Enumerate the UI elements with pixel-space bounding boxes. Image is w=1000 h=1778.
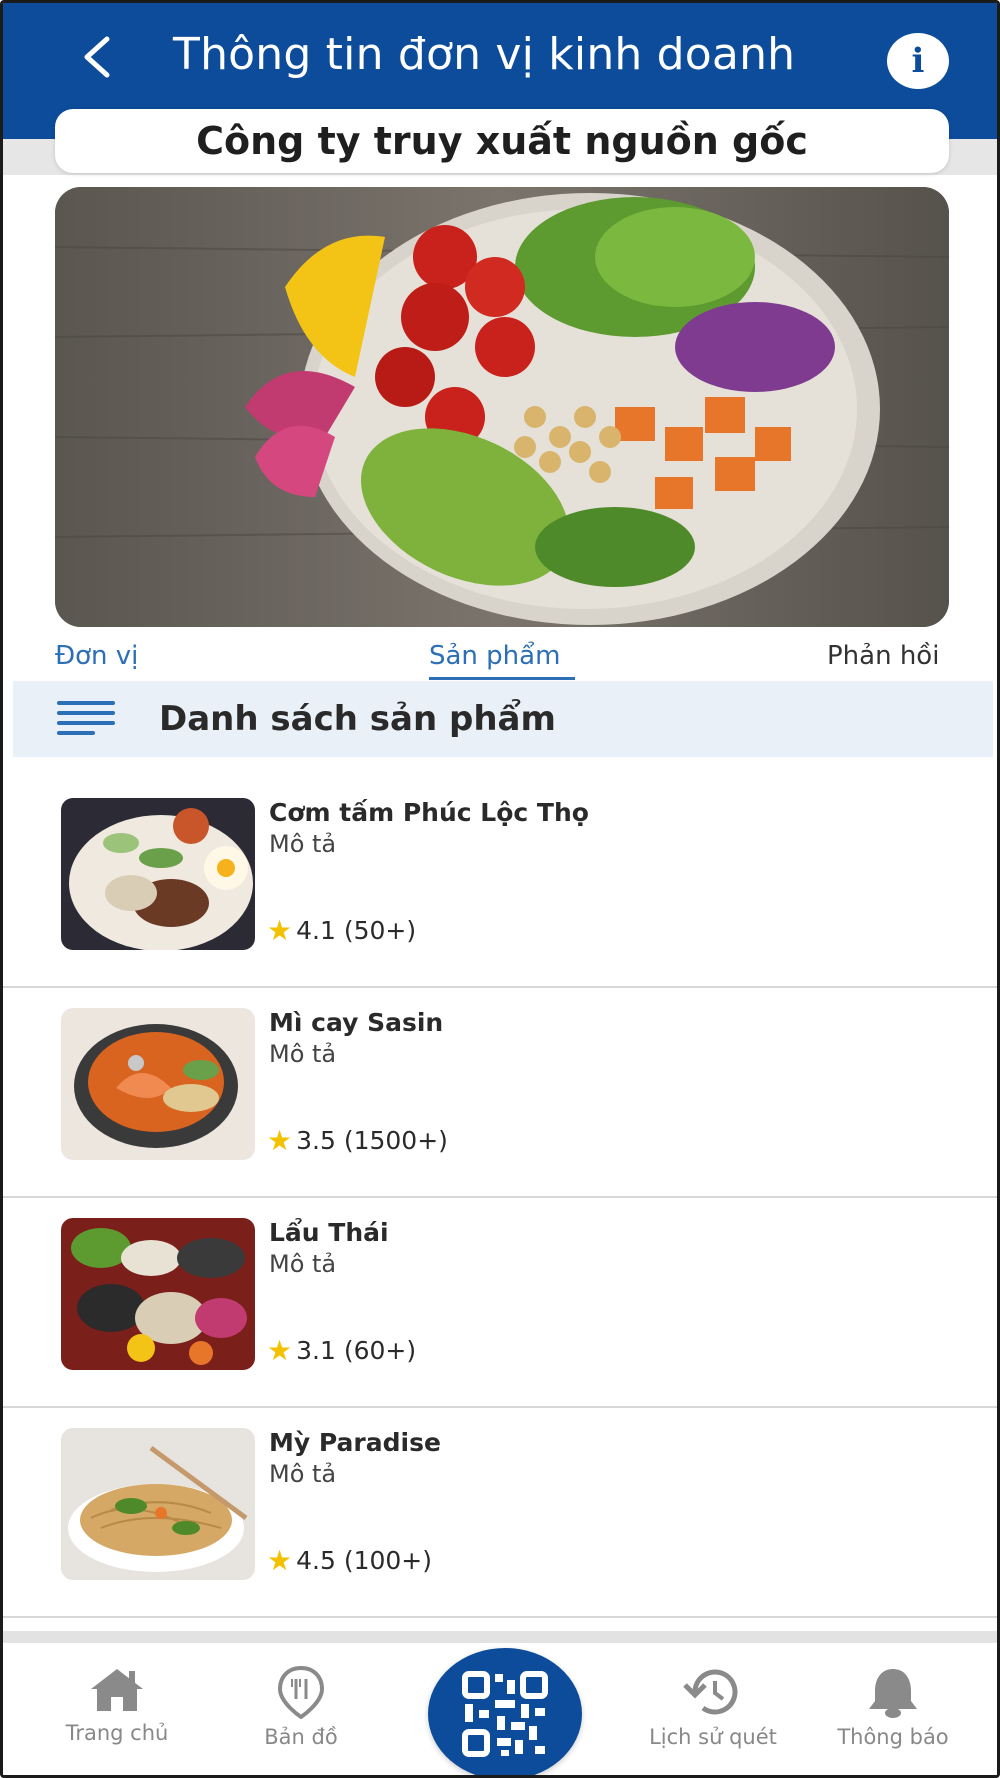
product-name: Mỳ Paradise — [269, 1428, 441, 1457]
product-item[interactable]: Lẩu Thái Mô tả ★ 3.1 (60+) — [3, 1198, 997, 1408]
back-button[interactable] — [67, 27, 127, 87]
product-description: Mô tả — [269, 830, 337, 858]
nav-map-label: Bản đồ — [264, 1725, 338, 1749]
company-name: Công ty truy xuất nguồn gốc — [196, 119, 808, 163]
product-description: Mô tả — [269, 1040, 337, 1068]
star-icon: ★ — [267, 1124, 293, 1157]
app-screen: Thông tin đơn vị kinh doanh i Công ty tr… — [0, 0, 1000, 1778]
product-rating: ★ 3.5 (1500+) — [267, 1124, 448, 1157]
hero-image — [55, 187, 949, 627]
nav-history-label: Lịch sử quét — [649, 1725, 777, 1749]
product-item[interactable]: Cơm tấm Phúc Lộc Thọ Mô tả ★ 4.1 (50+) — [3, 778, 997, 988]
home-icon — [91, 1669, 143, 1711]
nav-home-label: Trang chủ — [65, 1721, 169, 1745]
tab-don-vi[interactable]: Đơn vị — [55, 641, 138, 671]
product-description: Mô tả — [269, 1460, 337, 1488]
menu-icon[interactable] — [57, 699, 115, 739]
star-icon: ★ — [267, 1544, 293, 1577]
product-item[interactable]: Mì cay Sasin Mô tả ★ 3.5 (1500+) — [3, 988, 997, 1198]
product-thumbnail — [61, 1428, 255, 1580]
tab-bar: Đơn vị Sản phẩm Phản hồi — [3, 633, 997, 683]
product-name: Cơm tấm Phúc Lộc Thọ — [269, 798, 589, 827]
bell-icon — [869, 1669, 917, 1718]
map-pin-icon — [277, 1665, 325, 1719]
product-item[interactable]: Mỳ Paradise Mô tả ★ 4.5 (100+) — [3, 1408, 997, 1618]
chevron-left-icon — [84, 36, 110, 78]
product-description: Mô tả — [269, 1250, 337, 1278]
info-icon: i — [911, 41, 925, 81]
nav-notifications-label: Thông báo — [837, 1725, 949, 1749]
product-name: Mì cay Sasin — [269, 1008, 444, 1037]
bottom-separator — [3, 1631, 997, 1643]
star-icon: ★ — [267, 914, 293, 947]
product-rating: ★ 4.5 (100+) — [267, 1544, 432, 1577]
bottom-nav: Trang chủ Bản đồ Lịch sử quét Thông báo — [3, 1643, 997, 1775]
section-header: Danh sách sản phẩm — [13, 681, 993, 757]
product-thumbnail — [61, 1218, 255, 1370]
qr-scan-button[interactable] — [428, 1648, 582, 1775]
section-title: Danh sách sản phẩm — [159, 699, 556, 739]
nav-history[interactable]: Lịch sử quét — [633, 1665, 793, 1749]
rating-text: 3.1 (60+) — [296, 1336, 417, 1365]
product-thumbnail — [61, 798, 255, 950]
product-thumbnail — [61, 1008, 255, 1160]
nav-map[interactable]: Bản đồ — [221, 1665, 381, 1749]
info-button[interactable]: i — [887, 33, 949, 89]
rating-text: 4.1 (50+) — [296, 916, 417, 945]
page-title: Thông tin đơn vị kinh doanh — [173, 29, 796, 80]
rating-text: 4.5 (100+) — [296, 1546, 432, 1575]
active-tab-indicator — [429, 677, 575, 680]
company-card: Công ty truy xuất nguồn gốc — [55, 109, 949, 173]
product-rating: ★ 3.1 (60+) — [267, 1334, 416, 1367]
star-icon: ★ — [267, 1334, 293, 1367]
product-name: Lẩu Thái — [269, 1218, 389, 1247]
nav-home[interactable]: Trang chủ — [37, 1665, 197, 1745]
tab-san-pham[interactable]: Sản phẩm — [429, 641, 560, 671]
product-rating: ★ 4.1 (50+) — [267, 914, 416, 947]
history-icon — [683, 1669, 738, 1715]
qr-code-icon — [462, 1671, 548, 1757]
tab-phan-hoi[interactable]: Phản hồi — [827, 641, 939, 671]
nav-notifications[interactable]: Thông báo — [813, 1665, 973, 1749]
rating-text: 3.5 (1500+) — [296, 1126, 448, 1155]
